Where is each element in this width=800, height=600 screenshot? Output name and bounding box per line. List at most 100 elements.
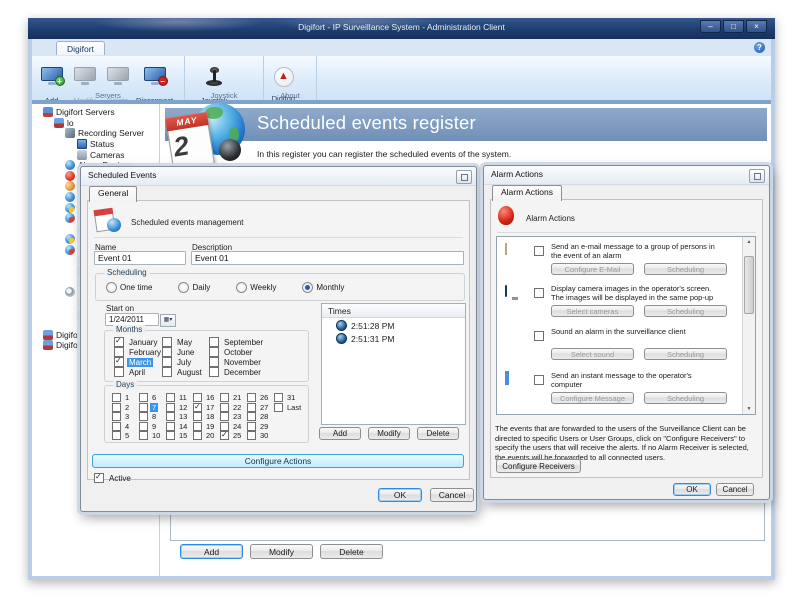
month-checkbox[interactable]: March: [114, 357, 160, 367]
day-checkbox[interactable]: 11: [166, 393, 193, 403]
checkbox-icon[interactable]: [220, 393, 229, 402]
day-checkbox[interactable]: 27: [247, 403, 274, 413]
action-config-button[interactable]: Configure Message: [551, 392, 634, 404]
date-picker-icon[interactable]: ▦▾: [160, 314, 176, 327]
day-checkbox[interactable]: 17: [193, 403, 220, 413]
day-checkbox[interactable]: 23: [220, 412, 247, 422]
scrollbar[interactable]: ▲ ▼: [742, 237, 755, 414]
action-checkbox[interactable]: [534, 375, 544, 385]
checkbox-icon[interactable]: [193, 431, 202, 440]
time-modify-button[interactable]: Modify: [368, 427, 410, 440]
radio-icon[interactable]: [178, 282, 189, 293]
day-checkbox[interactable]: 25: [220, 431, 247, 441]
checkbox-icon[interactable]: [112, 412, 121, 421]
maximize-icon[interactable]: □: [723, 20, 744, 33]
month-checkbox[interactable]: July: [162, 357, 207, 367]
day-checkbox[interactable]: 12: [166, 403, 193, 413]
close-icon[interactable]: ×: [746, 20, 767, 33]
tab-digifort[interactable]: Digifort: [56, 41, 105, 55]
help-icon[interactable]: ?: [754, 42, 765, 53]
month-checkbox[interactable]: January: [114, 337, 160, 347]
checkbox-icon[interactable]: [112, 403, 121, 412]
action-checkbox[interactable]: [534, 331, 544, 341]
checkbox-icon[interactable]: [220, 412, 229, 421]
description-field[interactable]: [191, 251, 464, 265]
day-checkbox[interactable]: 2: [112, 403, 139, 413]
tree-item[interactable]: Cameras: [32, 149, 159, 160]
radio-icon[interactable]: [236, 282, 247, 293]
action-checkbox[interactable]: [534, 288, 544, 298]
radio-icon[interactable]: [302, 282, 313, 293]
day-checkbox[interactable]: 30: [247, 431, 274, 441]
tree-item[interactable]: Digifort Servers: [32, 107, 159, 118]
day-checkbox[interactable]: 20: [193, 431, 220, 441]
radio-icon[interactable]: [106, 282, 117, 293]
checkbox-icon[interactable]: [114, 337, 124, 347]
day-checkbox[interactable]: 22: [220, 403, 247, 413]
configure-receivers-button[interactable]: Configure Receivers: [496, 459, 581, 473]
action-scheduling-button[interactable]: Scheduling: [644, 263, 727, 275]
time-list-item[interactable]: 2:51:28 PM: [322, 318, 465, 331]
delete-button[interactable]: Delete: [320, 544, 383, 559]
day-checkbox[interactable]: 9: [139, 422, 166, 432]
checkbox-icon[interactable]: [274, 403, 283, 412]
tab-alarm-actions[interactable]: Alarm Actions: [492, 185, 562, 201]
checkbox-icon[interactable]: [193, 403, 202, 412]
action-checkbox[interactable]: [534, 246, 544, 256]
checkbox-icon[interactable]: [274, 393, 283, 402]
checkbox-icon[interactable]: [114, 367, 124, 377]
checkbox-icon[interactable]: [193, 422, 202, 431]
tree-item[interactable]: lo: [32, 118, 159, 129]
scheduling-radio[interactable]: Monthly: [302, 282, 344, 293]
cancel-button[interactable]: Cancel: [430, 488, 474, 502]
checkbox-icon[interactable]: [162, 337, 172, 347]
day-checkbox[interactable]: 26: [247, 393, 274, 403]
day-checkbox[interactable]: 13: [166, 412, 193, 422]
checkbox-icon[interactable]: [139, 431, 148, 440]
checkbox-icon[interactable]: [247, 403, 256, 412]
tree-item[interactable]: Status: [32, 139, 159, 150]
day-checkbox[interactable]: 4: [112, 422, 139, 432]
month-checkbox[interactable]: September: [209, 337, 279, 347]
month-checkbox[interactable]: November: [209, 357, 279, 367]
checkbox-icon[interactable]: [162, 357, 172, 367]
dialog-close-icon[interactable]: [749, 169, 765, 183]
time-add-button[interactable]: Add: [319, 427, 361, 440]
day-checkbox[interactable]: 10: [139, 431, 166, 441]
checkbox-icon[interactable]: [209, 337, 219, 347]
checkbox-icon[interactable]: [162, 367, 172, 377]
name-field[interactable]: [94, 251, 186, 265]
day-checkbox[interactable]: 28: [247, 412, 274, 422]
checkbox-icon[interactable]: [112, 422, 121, 431]
scheduling-radio[interactable]: One time: [106, 282, 152, 293]
checkbox-icon[interactable]: [139, 403, 148, 412]
month-checkbox[interactable]: May: [162, 337, 207, 347]
day-checkbox[interactable]: 6: [139, 393, 166, 403]
day-checkbox[interactable]: 31: [274, 393, 301, 403]
checkbox-icon[interactable]: [247, 412, 256, 421]
tree-item[interactable]: Recording Server: [32, 128, 159, 139]
month-checkbox[interactable]: December: [209, 367, 279, 377]
checkbox-icon[interactable]: [209, 367, 219, 377]
checkbox-icon[interactable]: [220, 431, 229, 440]
day-checkbox[interactable]: 18: [193, 412, 220, 422]
checkbox-icon[interactable]: [209, 347, 219, 357]
month-checkbox[interactable]: October: [209, 347, 279, 357]
day-checkbox[interactable]: 8: [139, 412, 166, 422]
month-checkbox[interactable]: June: [162, 347, 207, 357]
window-titlebar[interactable]: Digifort - IP Surveillance System - Admi…: [28, 18, 775, 39]
scheduling-radio[interactable]: Weekly: [236, 282, 276, 293]
scroll-up-icon[interactable]: ▲: [743, 237, 755, 247]
day-checkbox[interactable]: 1: [112, 393, 139, 403]
ok-button[interactable]: OK: [673, 483, 711, 496]
month-checkbox[interactable]: April: [114, 367, 160, 377]
active-checkbox[interactable]: Active: [94, 473, 133, 483]
day-checkbox[interactable]: 7: [139, 403, 166, 413]
dialog-close-icon[interactable]: [456, 170, 472, 184]
checkbox-icon[interactable]: [209, 357, 219, 367]
action-scheduling-button[interactable]: Scheduling: [644, 392, 727, 404]
day-checkbox[interactable]: 3: [112, 412, 139, 422]
cancel-button[interactable]: Cancel: [716, 483, 754, 496]
checkbox-icon[interactable]: [139, 393, 148, 402]
checkbox-icon[interactable]: [166, 431, 175, 440]
